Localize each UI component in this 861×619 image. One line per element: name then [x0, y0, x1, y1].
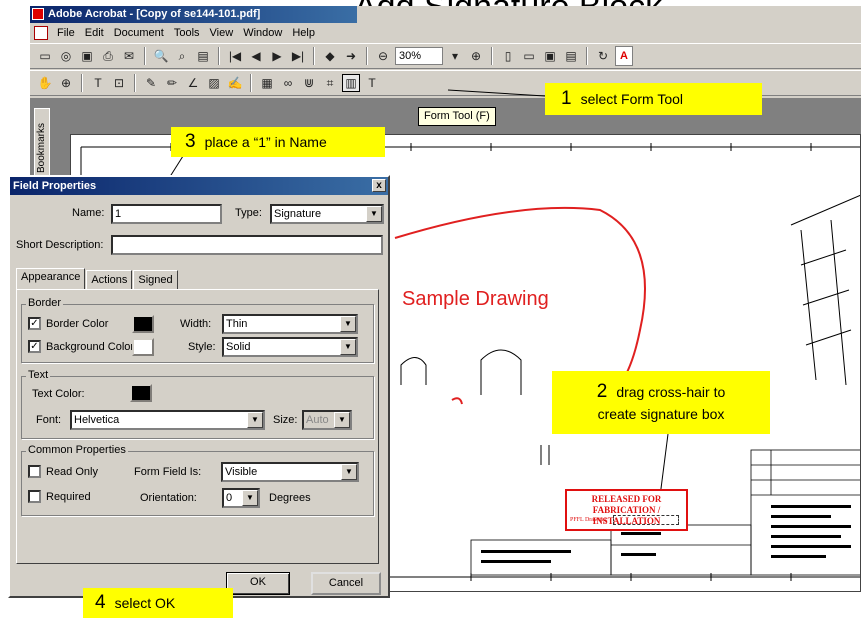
required-label: Required	[46, 491, 91, 503]
background-color-checkbox[interactable]: ✓	[28, 340, 41, 353]
form-field-is-value: Visible	[225, 466, 258, 478]
text-color-label: Text Color:	[32, 388, 85, 400]
name-input[interactable]: 1	[111, 204, 222, 224]
size-label: Size:	[273, 414, 298, 426]
required-checkbox[interactable]	[28, 490, 41, 503]
width-label: Width:	[180, 318, 212, 330]
chevron-down-icon[interactable]: ▼	[242, 490, 258, 506]
chevron-down-icon[interactable]: ▼	[366, 206, 382, 222]
callout-text: select Form Tool	[580, 91, 684, 107]
cancel-button[interactable]: Cancel	[311, 572, 381, 595]
read-only-checkbox[interactable]	[28, 465, 41, 478]
form-tool-tooltip: Form Tool (F)	[418, 107, 496, 126]
sample-drawing-label: Sample Drawing	[402, 288, 549, 310]
form-field-is-label: Form Field Is:	[134, 466, 202, 478]
orientation-label: Orientation:	[140, 492, 197, 504]
callout-text: place a “1” in Name	[204, 134, 327, 150]
callout-select-ok: 4 select OK	[83, 588, 233, 618]
name-label: Name:	[72, 207, 105, 219]
dialog-tabs: Appearance Actions Signed	[16, 268, 179, 290]
text-group: Text Text Color: Font: Helvetica ▼ Size:…	[21, 369, 374, 439]
callout-text-line-2: create signature box	[597, 405, 725, 422]
callout-place-name: 3 place a “1” in Name	[171, 127, 385, 157]
background-color-swatch[interactable]	[132, 338, 154, 356]
style-value: Solid	[226, 341, 251, 353]
chevron-down-icon[interactable]: ▼	[340, 339, 356, 355]
style-label: Style:	[188, 341, 216, 353]
tab-appearance[interactable]: Appearance	[16, 268, 86, 290]
short-description-label: Short Description:	[16, 239, 104, 251]
type-value: Signature	[274, 208, 322, 220]
form-field-is-select[interactable]: Visible ▼	[221, 462, 359, 482]
border-group-title: Border	[26, 297, 64, 309]
chevron-down-icon[interactable]: ▼	[247, 412, 263, 428]
stamp-line-1: RELEASED FOR	[591, 494, 662, 504]
stamp-small-label: PFFL Drawing:	[570, 517, 608, 523]
border-color-checkbox[interactable]: ✓	[28, 317, 41, 330]
border-group: Border ✓ Border Color Width: Thin ▼ ✓ Ba…	[21, 297, 374, 363]
orientation-value: 0	[226, 492, 233, 504]
font-value: Helvetica	[74, 414, 120, 426]
ok-button[interactable]: OK	[226, 572, 290, 595]
callout-text: select OK	[114, 595, 176, 611]
common-properties-group: Common Properties Read Only Form Field I…	[21, 444, 374, 516]
width-value: Thin	[226, 318, 248, 330]
style-select[interactable]: Solid ▼	[222, 337, 358, 357]
callout-text-line-1: drag cross-hair to	[616, 383, 726, 400]
size-select[interactable]: Auto ▼	[302, 410, 352, 430]
common-properties-title: Common Properties	[26, 444, 128, 456]
degrees-label: Degrees	[269, 492, 311, 504]
type-select[interactable]: Signature ▼	[270, 204, 384, 224]
field-properties-dialog: Field Properties x Name: 1 Type: Signatu…	[8, 175, 390, 598]
width-select[interactable]: Thin ▼	[222, 314, 358, 334]
type-label: Type:	[235, 207, 262, 219]
border-color-label: Border Color	[46, 318, 109, 330]
close-icon[interactable]: x	[372, 179, 386, 192]
tab-actions[interactable]: Actions	[86, 270, 133, 290]
text-color-swatch[interactable]	[130, 384, 152, 402]
callout-select-form-tool: 1 select Form Tool	[545, 83, 762, 115]
dialog-titlebar: Field Properties x	[10, 177, 388, 195]
font-select[interactable]: Helvetica ▼	[70, 410, 265, 430]
chevron-down-icon[interactable]: ▼	[341, 464, 357, 480]
callout-drag-crosshair: 2 drag cross-hair to create signature box	[552, 371, 770, 434]
font-label: Font:	[36, 414, 62, 426]
read-only-label: Read Only	[46, 466, 98, 478]
dialog-title: Field Properties	[13, 180, 97, 192]
chevron-down-icon[interactable]: ▼	[340, 316, 356, 332]
chevron-down-icon[interactable]: ▼	[334, 412, 350, 428]
size-value: Auto	[306, 414, 329, 426]
background-color-label: Background Color	[46, 341, 135, 353]
callout-number: 4	[95, 592, 106, 613]
appearance-panel: Border ✓ Border Color Width: Thin ▼ ✓ Ba…	[16, 289, 379, 564]
callout-number: 1	[561, 88, 572, 109]
orientation-select[interactable]: 0 ▼	[222, 488, 260, 508]
text-group-title: Text	[26, 369, 51, 381]
callout-number: 2	[596, 380, 608, 402]
border-color-swatch[interactable]	[132, 315, 154, 333]
tab-signed[interactable]: Signed	[133, 270, 178, 290]
short-description-input[interactable]	[111, 235, 383, 255]
callout-number: 3	[185, 131, 196, 152]
signature-box[interactable]	[613, 515, 679, 525]
